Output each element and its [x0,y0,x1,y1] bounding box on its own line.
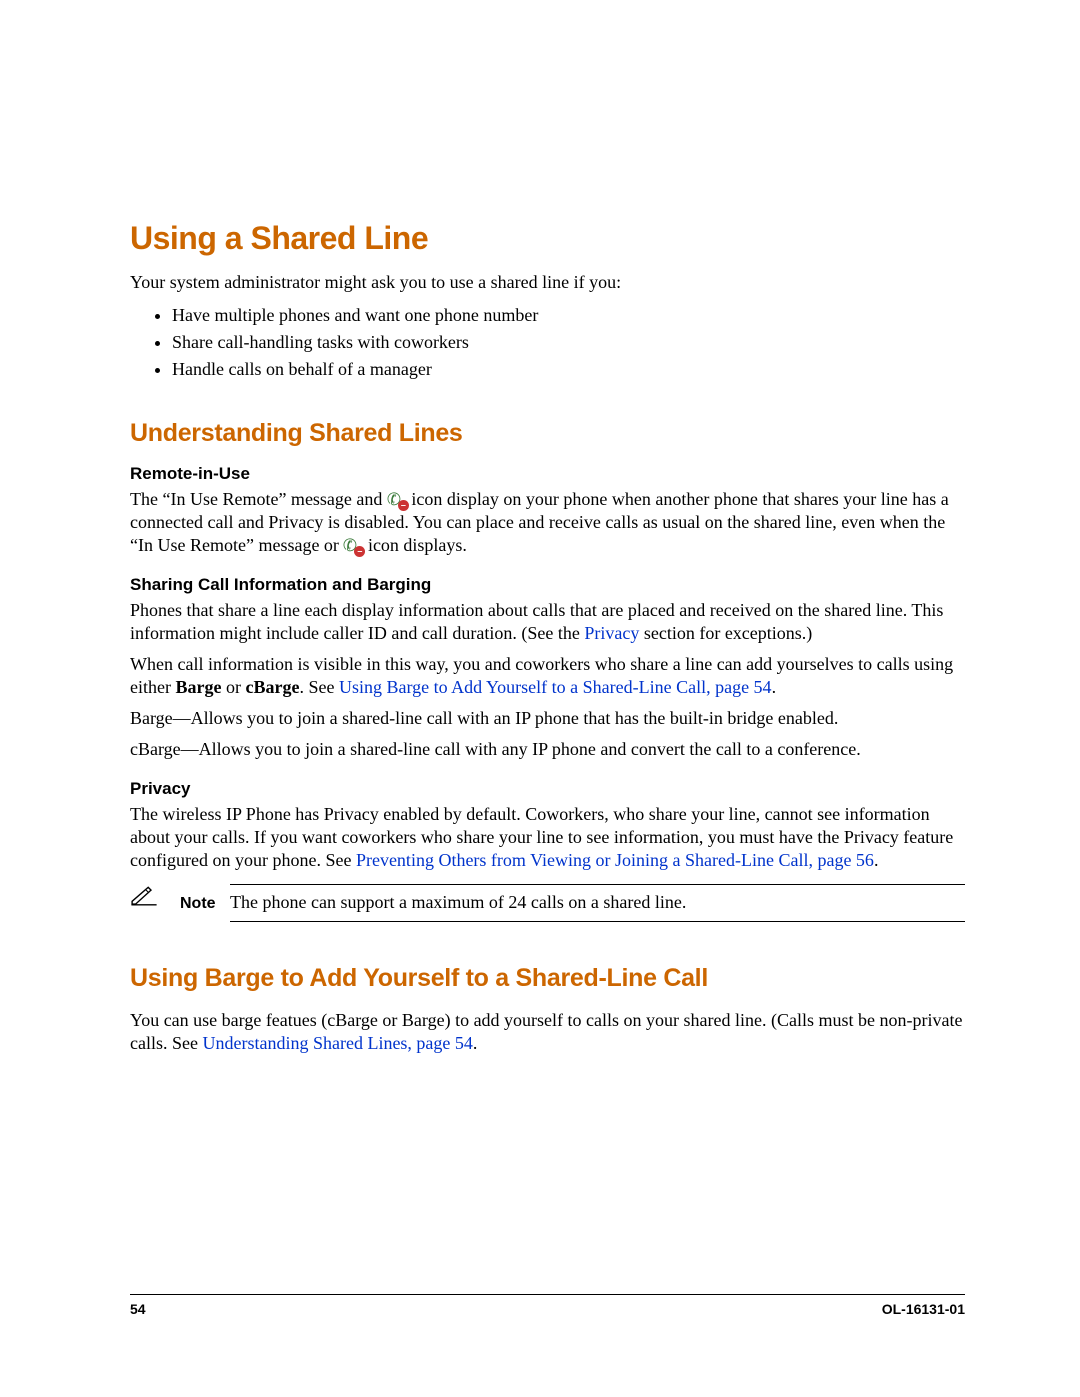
subheading-sharing-call-info: Sharing Call Information and Barging [130,575,965,595]
bullet-item: Share call-handling tasks with coworkers [172,329,965,356]
text-run: Phones that share a line each display in… [130,600,943,643]
sharing-paragraph-3: Barge—Allows you to join a shared-line c… [130,707,965,730]
link-preventing-others[interactable]: Preventing Others from Viewing or Joinin… [356,850,874,870]
bullet-item: Handle calls on behalf of a manager [172,356,965,383]
subheading-remote-in-use: Remote-in-Use [130,464,965,484]
subheading-privacy: Privacy [130,779,965,799]
text-run: icon displays. [368,535,467,555]
link-using-barge[interactable]: Using Barge to Add Yourself to a Shared-… [339,677,772,697]
page-footer: 54 OL-16131-01 [130,1294,965,1317]
in-use-remote-icon: ✆– [343,535,363,555]
text-run: . [874,850,879,870]
text-run: . [772,677,777,697]
sharing-paragraph-4: cBarge—Allows you to join a shared-line … [130,738,965,761]
link-privacy-section[interactable]: Privacy [584,623,639,643]
note-pen-icon [130,884,158,906]
page-number: 54 [130,1301,146,1317]
term-barge: Barge [175,677,221,697]
sharing-paragraph-2: When call information is visible in this… [130,653,965,699]
intro-bullets: Have multiple phones and want one phone … [130,302,965,383]
heading-understanding-shared-lines: Understanding Shared Lines [130,419,965,448]
note-label: Note [180,895,230,913]
bullet-item: Have multiple phones and want one phone … [172,302,965,329]
text-run: section for exceptions.) [639,623,812,643]
heading-using-barge: Using Barge to Add Yourself to a Shared-… [130,964,965,993]
sharing-paragraph-1: Phones that share a line each display in… [130,599,965,645]
text-run: . See [299,677,339,697]
link-understanding-shared-lines[interactable]: Understanding Shared Lines, page 54 [202,1033,472,1053]
text-run: . [473,1033,478,1053]
barge-paragraph: You can use barge featues (cBarge or Bar… [130,1009,965,1055]
in-use-remote-icon: ✆– [387,489,407,509]
privacy-paragraph: The wireless IP Phone has Privacy enable… [130,803,965,872]
note-text: The phone can support a maximum of 24 ca… [230,884,965,921]
heading-using-shared-line: Using a Shared Line [130,220,965,257]
note-block: Note The phone can support a maximum of … [130,884,965,921]
term-cbarge: cBarge [245,677,299,697]
intro-text: Your system administrator might ask you … [130,271,965,294]
text-run: or [221,677,245,697]
document-number: OL-16131-01 [882,1301,965,1317]
text-run: The “In Use Remote” message and [130,489,387,509]
remote-paragraph: The “In Use Remote” message and ✆– icon … [130,488,965,557]
